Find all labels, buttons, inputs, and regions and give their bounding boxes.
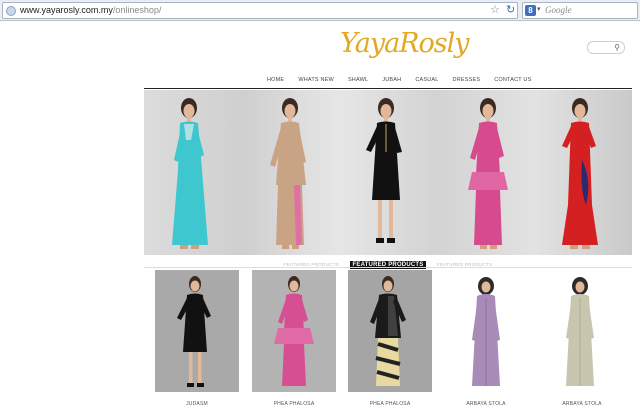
product-name[interactable]: JUDASM [155,401,239,407]
product-image[interactable] [540,270,624,392]
product-image[interactable] [444,270,528,392]
product-image[interactable] [348,270,432,392]
hero-model-5 [536,90,632,255]
address-bar[interactable]: www.yayarosly.com.my/onlineshop/ ☆ ↻ [2,2,518,19]
nav-divider [144,88,632,89]
chevron-down-icon[interactable]: ▾ [537,5,541,13]
hero-model-2 [242,90,340,255]
nav-home[interactable]: HOME [260,77,291,83]
product-name[interactable]: PHEA PHALOSA [252,401,336,407]
nav-casual[interactable]: CASUAL [408,77,445,83]
search-icon[interactable]: ⚲ [614,43,620,52]
main-nav: HOME WHATS NEW SHAWL JUBAH CASUAL DRESSE… [260,77,538,83]
star-icon[interactable]: ☆ [490,3,500,16]
browser-toolbar: www.yayarosly.com.my/onlineshop/ ☆ ↻ 8 ▾… [0,0,640,21]
hero-model-3 [340,90,438,255]
nav-shawl[interactable]: SHAWL [341,77,375,83]
hero-model-1 [144,90,242,255]
nav-contact-us[interactable]: CONTACT US [487,77,538,83]
nav-whats-new[interactable]: WHATS NEW [291,77,341,83]
browser-search-box[interactable]: 8 ▾ Google [522,2,638,19]
site-search-input[interactable]: ⚲ [587,41,625,54]
hero-banner[interactable] [144,90,632,255]
featured-tabs: FEATURED PRODUCTS FEATURED PRODUCTS FEAT… [144,256,632,269]
globe-icon [6,6,16,16]
product-image[interactable] [155,270,239,392]
product-name[interactable]: PHEA PHALOSA [348,401,432,407]
product-image[interactable] [252,270,336,392]
product-name[interactable]: ARBAYA STOLA [444,401,528,407]
section-divider [144,267,632,268]
search-placeholder: Google [545,5,572,15]
product-name[interactable]: ARBAYA STOLA [540,401,624,407]
hero-model-4 [438,90,536,255]
url-text: www.yayarosly.com.my/onlineshop/ [20,5,162,15]
nav-jubah[interactable]: JUBAH [375,77,408,83]
nav-dresses[interactable]: DRESSES [446,77,488,83]
refresh-icon[interactable]: ↻ [506,3,515,16]
site-logo[interactable]: YayaRosly [340,28,470,59]
search-engine-icon[interactable]: 8 [525,5,536,16]
